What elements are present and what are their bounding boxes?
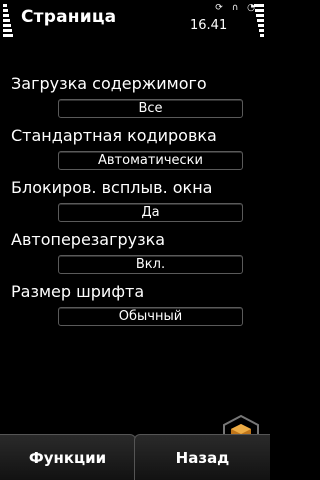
headset-icon: ∩ xyxy=(231,3,239,13)
options-softkey[interactable]: Функции xyxy=(0,434,136,480)
softkey-bar: Функции Назад xyxy=(0,434,270,480)
setting-value-field[interactable]: Обычный xyxy=(58,307,243,326)
setting-label: Стандартная кодировка xyxy=(11,126,217,145)
clock: 16.41 xyxy=(190,18,228,33)
setting-label: Блокиров. всплыв. окна xyxy=(11,178,213,197)
back-softkey[interactable]: Назад xyxy=(134,434,270,480)
setting-label: Автоперезагрузка xyxy=(11,230,166,249)
page-title: Страница xyxy=(21,7,117,27)
sync-icon: ⟳ xyxy=(215,3,223,13)
setting-label: Размер шрифта xyxy=(11,282,145,301)
setting-value-field[interactable]: Да xyxy=(58,203,243,222)
status-icons: ⟳ ∩ ◔ xyxy=(214,2,256,14)
setting-value-field[interactable]: Все xyxy=(58,99,243,118)
status-bar: Страница ⟳ ∩ ◔ 16.41 xyxy=(0,0,270,62)
setting-label: Загрузка содержимого xyxy=(11,74,207,93)
setting-value-field[interactable]: Вкл. xyxy=(58,255,243,274)
signal-strength-icon xyxy=(3,4,15,48)
setting-value-field[interactable]: Автоматически xyxy=(58,151,243,170)
battery-icon xyxy=(254,4,264,54)
